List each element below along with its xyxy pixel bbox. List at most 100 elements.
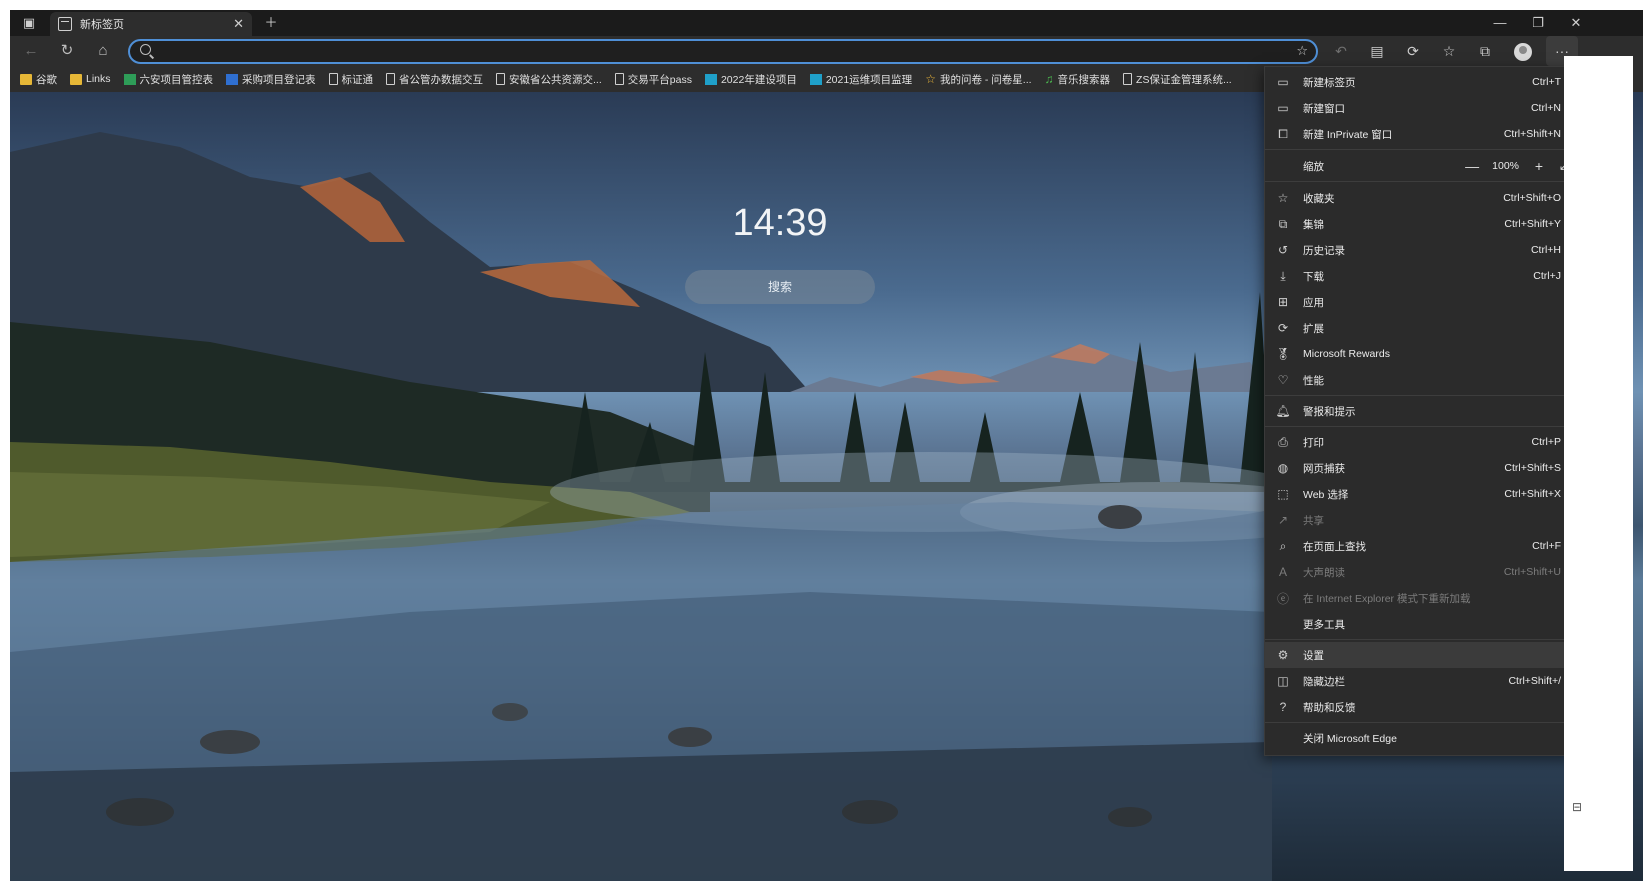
page-icon [386,73,396,85]
menu-item-find[interactable]: ⌕ 在页面上查找 Ctrl+F [1265,533,1573,559]
close-window-button[interactable]: ✕ [1563,10,1589,36]
toolbar: ← ↻ ⌂ ☆ ↶ ▤ ⟳ ☆ ⧉ ··· [10,36,1643,66]
profile-button[interactable] [1507,36,1539,66]
address-input[interactable] [160,43,1280,61]
new-tab-icon: ▭ [1277,75,1289,89]
menu-item-rewards[interactable]: 🏅︎ Microsoft Rewards [1265,341,1573,367]
menu-divider [1265,395,1573,396]
zoom-in-button[interactable]: + [1531,158,1547,174]
menu-item-hide-sidebar[interactable]: ◫ 隐藏边栏 Ctrl+Shift+/ [1265,668,1573,694]
web-select-icon: ⬚ [1277,487,1289,501]
avatar [1514,43,1532,62]
menu-item-apps[interactable]: ⊞ 应用 [1265,289,1573,315]
rewards-icon: 🏅︎ [1275,347,1291,361]
web-capture-icon: ◍ [1277,461,1289,475]
find-on-page-icon: ⌕ [1279,538,1287,553]
menu-item-settings[interactable]: ⚙ 设置 [1265,642,1573,668]
bookmark-item[interactable]: 交易平台pass [614,72,692,87]
zoom-out-button[interactable]: — [1464,158,1480,174]
collections-icon: ⧉ [1278,216,1288,231]
bookmark-item[interactable]: 安徽省公共资源交... [496,72,602,87]
page-icon [328,73,338,85]
gear-icon: ⚙ [1277,648,1289,662]
clock: 14:39 [732,202,828,244]
menu-item-ie-mode: ⓔ 在 Internet Explorer 模式下重新加载 [1265,585,1573,611]
music-icon: ♫ [1044,72,1054,86]
apps-icon: ⊞ [1277,295,1289,309]
page-icon [496,73,506,85]
zoom-control: — 100% + ↙ [1464,158,1573,174]
menu-item-history[interactable]: ↺ 历史记录 Ctrl+H [1265,237,1573,263]
favorites-icon: ☆ [1277,191,1289,205]
folder-icon [20,73,32,85]
extensions-icon[interactable]: ⟳ [1397,36,1429,66]
sheet-icon [809,73,822,85]
menu-item-new-tab[interactable]: ▭ 新建标签页 Ctrl+T [1265,69,1573,95]
ie-mode-icon: ⓔ [1276,591,1289,606]
search-button[interactable]: 搜索 [685,270,875,304]
new-tab-button[interactable]: ＋ [258,10,284,36]
menu-item-web-select[interactable]: ⬚ Web 选择 Ctrl+Shift+X [1265,481,1573,507]
bookmark-item[interactable]: Links [70,73,111,85]
tab-actions-icon[interactable]: ▣ [16,10,42,36]
split-screen-icon[interactable]: ▤ [1361,36,1393,66]
sidebar-toggle-icon[interactable]: ⊟ [1572,800,1582,814]
bookmark-item[interactable]: 2021运维项目监理 [809,72,912,87]
sheet-icon [704,73,717,85]
favorites-icon[interactable]: ☆ [1433,36,1465,66]
reload-button[interactable]: ↻ [52,36,82,66]
zoom-level: 100% [1492,160,1519,172]
undo-icon[interactable]: ↶ [1325,36,1357,66]
page-icon [1123,73,1133,85]
bookmark-item[interactable]: 谷歌 [20,72,57,87]
bookmark-item[interactable]: 省公管办数据交互 [386,72,483,87]
restore-button[interactable]: ❐ [1525,10,1551,36]
menu-item-performance[interactable]: ♡ 性能 [1265,367,1573,393]
menu-item-web-capture[interactable]: ◍ 网页捕获 Ctrl+Shift+S [1265,455,1573,481]
bookmark-item[interactable]: ☆ 我的问卷 - 问卷星... [925,72,1031,87]
bookmark-item[interactable]: ♫ 音乐搜索器 [1045,72,1111,87]
menu-item-extensions[interactable]: ⟳ 扩展 [1265,315,1573,341]
bookmark-item[interactable]: 标证通 [328,72,373,87]
back-button[interactable]: ← [16,36,46,66]
sidebar-panel [1564,56,1633,871]
bell-icon: 🔔︎ [1275,404,1291,418]
menu-item-close-edge[interactable]: 关闭 Microsoft Edge [1265,725,1573,751]
tab-new-tab[interactable]: 新标签页 ✕ [50,12,252,36]
folder-icon [70,73,82,85]
menu-item-help[interactable]: ? 帮助和反馈 [1265,694,1573,720]
download-icon: ⤓ [1280,268,1286,283]
help-icon: ? [1279,700,1287,714]
browser-window: ▣ 新标签页 ✕ ＋ — ❐ ✕ ← ↻ ⌂ ☆ ↶ ▤ ⟳ ☆ ⧉ ··· 谷… [10,10,1643,881]
menu-item-more-tools[interactable]: 更多工具 [1265,611,1573,637]
close-tab-icon[interactable]: ✕ [233,16,244,32]
bookmark-item[interactable]: 采购项目登记表 [226,72,316,87]
bookmark-item[interactable]: 2022年建设项目 [704,72,797,87]
menu-item-print[interactable]: ⎙ 打印 Ctrl+P [1265,429,1573,455]
menu-item-collections[interactable]: ⧉ 集锦 Ctrl+Shift+Y [1265,211,1573,237]
read-aloud-icon: A [1278,565,1287,579]
menu-item-new-inprivate[interactable]: ⧠ 新建 InPrivate 窗口 Ctrl+Shift+N [1265,121,1573,147]
add-favorite-icon[interactable]: ☆ [1296,43,1308,59]
menu-item-read-aloud: A 大声朗读 Ctrl+Shift+U [1265,559,1573,585]
menu-item-favorites[interactable]: ☆ 收藏夹 Ctrl+Shift+O [1265,185,1573,211]
share-icon: ↗ [1277,513,1289,527]
bookmark-item[interactable]: 六安项目管控表 [123,72,213,87]
address-bar[interactable]: ☆ [128,39,1318,64]
title-bar: ▣ 新标签页 ✕ ＋ — ❐ ✕ [10,10,1643,36]
menu-item-alerts[interactable]: 🔔︎ 警报和提示 [1265,398,1573,424]
bookmark-item[interactable]: ZS保证金管理系统... [1123,72,1232,87]
menu-item-new-window[interactable]: ▭ 新建窗口 Ctrl+N [1265,95,1573,121]
search-icon [140,44,151,55]
minimize-button[interactable]: — [1487,10,1513,36]
sidebar-icon: ◫ [1277,674,1289,688]
star-icon: ☆ [925,72,936,86]
sheet-icon [226,73,239,85]
menu-item-zoom: 缩放 — 100% + ↙ [1265,153,1573,179]
menu-item-downloads[interactable]: ⤓ 下载 Ctrl+J [1265,263,1573,289]
menu-divider [1265,426,1573,427]
page-icon [614,73,624,85]
menu-divider [1265,722,1573,723]
collections-icon[interactable]: ⧉ [1469,36,1501,66]
home-button[interactable]: ⌂ [88,36,118,66]
